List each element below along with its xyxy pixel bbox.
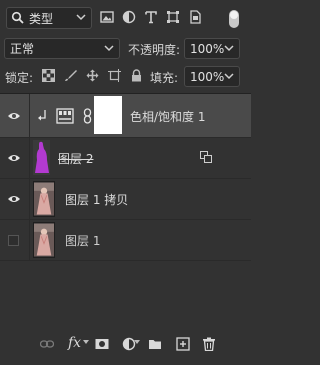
link-layers-icon[interactable]	[40, 337, 54, 351]
eye-icon[interactable]	[7, 111, 21, 121]
blend-opacity-row: 正常 不透明度: 100%	[0, 38, 251, 60]
lock-artboard-icon[interactable]	[108, 69, 121, 82]
filter-kind-label: 类型	[29, 11, 54, 26]
chevron-down-icon	[224, 45, 234, 52]
fill-value: 100%	[190, 69, 225, 84]
clipping-arrow-icon	[38, 110, 46, 121]
hue-saturation-adjustment-icon	[56, 108, 74, 124]
visibility-separator	[29, 94, 30, 137]
lock-icons	[42, 69, 143, 82]
filter-kind-dropdown[interactable]: 类型	[6, 7, 92, 29]
eye-icon[interactable]	[7, 194, 21, 204]
delete-icon[interactable]	[202, 337, 216, 351]
lock-all-icon[interactable]	[130, 69, 143, 82]
chevron-down-icon	[104, 45, 114, 52]
fx-chevron-icon	[83, 340, 89, 344]
layer-name[interactable]: 图层 1 拷贝	[65, 191, 128, 208]
fx-icon[interactable]: fx	[68, 335, 81, 351]
opacity-value: 100%	[190, 41, 225, 56]
layers-list: 色相/饱和度 1 图层 2 图层 1 拷贝 图层 1	[0, 94, 251, 261]
mask-link-icon[interactable]	[83, 108, 92, 124]
layer-filter-row: 类型	[0, 6, 251, 30]
layer-thumbnail[interactable]	[33, 222, 55, 258]
visibility-separator	[29, 220, 30, 260]
new-layer-icon[interactable]	[176, 337, 190, 351]
layer-row-layer-1-copy[interactable]: 图层 1 拷贝	[0, 179, 251, 220]
opacity-label: 不透明度:	[128, 43, 181, 57]
lock-label: 锁定:	[5, 71, 34, 85]
lock-transparent-pixels-icon[interactable]	[42, 69, 55, 82]
fill-field[interactable]: 100%	[184, 66, 240, 87]
chevron-down-icon	[76, 14, 86, 21]
fill-label: 填充:	[150, 71, 179, 85]
layers-bottom-toolbar: fx	[0, 330, 251, 356]
lock-image-pixels-icon[interactable]	[64, 69, 77, 82]
smart-object-badge-icon	[200, 151, 212, 163]
layer-name[interactable]: 图层 2	[58, 150, 93, 167]
filter-toggle-switch[interactable]	[229, 10, 239, 28]
image-filter-icon[interactable]	[100, 10, 114, 24]
new-group-icon[interactable]	[148, 337, 162, 351]
layer-name[interactable]: 图层 1	[65, 232, 100, 249]
adjustment-filter-icon[interactable]	[122, 10, 136, 24]
visibility-separator	[29, 138, 30, 178]
eye-icon[interactable]	[7, 153, 21, 163]
visibility-separator	[29, 179, 30, 219]
layer-row-layer-2[interactable]: 图层 2	[0, 138, 251, 179]
blend-mode-value: 正常	[10, 42, 35, 56]
layer-row-hue-saturation[interactable]: 色相/饱和度 1	[0, 94, 251, 138]
layer-thumbnail[interactable]	[33, 140, 50, 175]
smartobject-filter-icon[interactable]	[188, 10, 202, 24]
shape-filter-icon[interactable]	[166, 10, 180, 24]
opacity-field[interactable]: 100%	[184, 38, 240, 59]
search-icon	[11, 11, 24, 24]
lock-position-icon[interactable]	[86, 69, 99, 82]
layer-thumbnail[interactable]	[33, 181, 55, 217]
filter-toggle-knob	[230, 11, 238, 19]
lock-fill-row: 锁定: 填充: 100%	[0, 66, 251, 88]
layer-name[interactable]: 色相/饱和度 1	[130, 108, 206, 125]
blend-mode-dropdown[interactable]: 正常	[4, 38, 120, 59]
visibility-toggle-empty[interactable]	[8, 235, 19, 246]
filter-icons	[100, 10, 202, 24]
layer-row-layer-1[interactable]: 图层 1	[0, 220, 251, 261]
chevron-down-icon	[224, 73, 234, 80]
add-mask-icon[interactable]	[95, 337, 109, 351]
layer-mask-thumbnail[interactable]	[94, 96, 122, 134]
type-filter-icon[interactable]	[144, 10, 158, 24]
adjustment-chevron-icon	[134, 340, 140, 344]
